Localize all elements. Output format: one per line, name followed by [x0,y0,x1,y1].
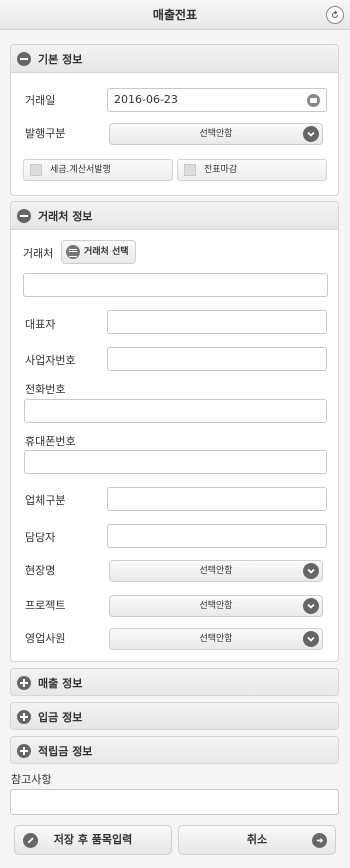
slip-close-checkbox[interactable]: 전표마감 [177,159,327,181]
business-type-label: 업체구분 [25,494,66,507]
phone-label: 전화번호 [25,383,66,396]
back-arrow-icon [332,10,338,18]
page-title: 매출전표 [152,8,198,22]
client-label: 거래처 [23,247,54,260]
date-label: 거래일 [25,94,56,107]
save-button-label: 저장 후 품목입력 [53,833,133,846]
sales-rep-value: 선택안함 [199,634,233,644]
mobile-label: 휴대폰번호 [25,435,76,448]
client-info-header[interactable]: 거래처 정보 [11,202,338,230]
date-field[interactable]: 2016-06-23 [107,88,327,112]
notes-field[interactable] [10,789,339,815]
cancel-button-label: 취소 [246,833,268,846]
date-value: 2016-06-23 [114,93,178,106]
client-select-label: 거래처 선택 [84,247,129,257]
reserve-info-section[interactable]: 적립금 정보 [10,736,339,764]
basic-info-title: 기본 정보 [38,52,83,66]
sales-rep-label: 영업사원 [25,632,66,645]
calendar-icon[interactable] [307,94,320,107]
notes-label: 참고사항 [11,773,52,786]
mobile-field[interactable] [24,450,327,474]
chevron-down-icon [303,631,319,647]
minus-circle-icon [17,51,31,66]
site-value: 선택안함 [199,566,233,576]
chevron-down-icon [303,563,319,579]
representative-label: 대표자 [25,318,56,331]
client-select-button[interactable]: 거래처 선택 [61,240,136,264]
site-select[interactable]: 선택안함 [109,560,323,582]
project-label: 프로젝트 [25,599,66,612]
project-value: 선택안함 [199,601,233,611]
cancel-button[interactable]: 취소 [178,825,336,855]
phone-field[interactable] [24,399,327,423]
list-icon [66,245,80,259]
representative-field[interactable] [107,310,327,334]
client-info-section: 거래처 정보 거래처 거래처 선택 대표자 사업자번호 전화번호 휴대폰번호 업… [10,201,339,662]
sales-rep-select[interactable]: 선택안함 [109,628,323,650]
issue-type-value: 선택안함 [199,129,233,139]
issue-type-select[interactable]: 선택안함 [109,123,323,145]
deposit-info-title: 입금 정보 [38,711,83,724]
save-and-items-button[interactable]: 저장 후 품목입력 [14,825,172,855]
sales-info-section[interactable]: 매출 정보 [10,668,339,696]
site-label: 현장명 [25,564,56,577]
checkbox-icon [30,164,42,176]
chevron-down-icon [303,598,319,614]
tax-invoice-checkbox[interactable]: 세금.계산서발행 [23,159,173,181]
basic-info-section: 기본 정보 거래일 2016-06-23 발행구분 선택안함 세금.계산서발행 … [10,44,339,196]
client-info-title: 거래처 정보 [38,209,93,223]
minus-circle-icon [17,208,31,223]
tax-invoice-label: 세금.계산서발행 [50,165,111,175]
refresh-back-button[interactable] [326,6,344,24]
deposit-info-section[interactable]: 입금 정보 [10,702,339,730]
issue-type-label: 발행구분 [25,127,66,140]
arrow-right-icon [312,833,327,848]
slip-close-label: 전표마감 [204,165,238,175]
plus-circle-icon [17,744,31,758]
manager-label: 담당자 [25,531,56,544]
sales-info-title: 매출 정보 [38,677,83,690]
deposit-info-header[interactable]: 입금 정보 [11,703,338,729]
chevron-down-icon [303,126,319,142]
business-type-field[interactable] [107,487,327,511]
business-number-field[interactable] [107,347,327,371]
reserve-info-header[interactable]: 적립금 정보 [11,737,338,763]
sales-info-header[interactable]: 매출 정보 [11,669,338,695]
business-number-label: 사업자번호 [25,354,76,367]
plus-circle-icon [17,710,31,724]
project-select[interactable]: 선택안함 [109,595,323,617]
plus-circle-icon [17,676,31,690]
pencil-icon [23,833,38,848]
reserve-info-title: 적립금 정보 [38,745,93,758]
checkbox-icon [184,164,196,176]
header-bar: 매출전표 [0,0,350,30]
manager-field[interactable] [107,524,327,548]
client-name-field[interactable] [23,273,328,297]
basic-info-header[interactable]: 기본 정보 [11,45,338,73]
